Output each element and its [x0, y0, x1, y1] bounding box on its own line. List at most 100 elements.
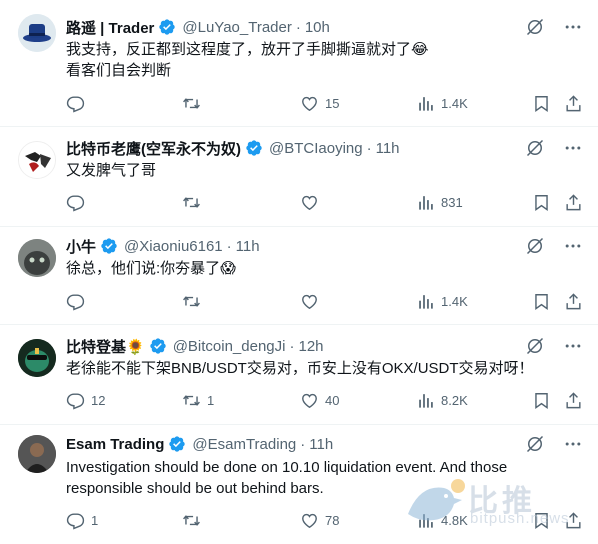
- tweet[interactable]: 比特登基🌻 @Bitcoin_dengJi · 12h 老徐能不能下架BNB/U…: [0, 325, 598, 425]
- tweet-header: 小牛 @Xiaoniu6161 · 11h: [66, 235, 260, 257]
- grok-icon[interactable]: [524, 137, 546, 159]
- avatar[interactable]: [18, 14, 56, 52]
- retweet-button[interactable]: [182, 191, 207, 213]
- grok-icon[interactable]: [524, 433, 546, 455]
- timestamp[interactable]: 11h: [309, 436, 333, 453]
- tweet[interactable]: 比特币老鹰(空军永不为奴) @BTCIaoying · 11h 又发脾气了哥 8…: [0, 127, 598, 227]
- tweet-text-line: 又发脾气了哥: [66, 162, 157, 179]
- verified-badge-icon: [245, 139, 263, 157]
- tweet-actions: 15 1.4K: [66, 92, 586, 114]
- display-name[interactable]: 路遥 | Trader: [66, 17, 154, 38]
- tweet-text-line: 老徐能不能下架BNB/USDT交易对，币安上没有OKX/USDT交易对呀！: [66, 360, 534, 377]
- reply-button[interactable]: 12: [66, 389, 105, 411]
- display-name[interactable]: 小牛: [66, 236, 96, 257]
- grok-icon[interactable]: [524, 335, 546, 357]
- share-icon: [564, 391, 583, 410]
- tweet-actions: 1.4K: [66, 290, 586, 312]
- reply-button[interactable]: [66, 290, 91, 312]
- reply-button[interactable]: [66, 191, 91, 213]
- more-icon[interactable]: [562, 235, 584, 257]
- tweet-top-actions: [524, 433, 584, 455]
- like-button[interactable]: 78: [300, 509, 339, 531]
- handle[interactable]: @BTCIaoying: [269, 140, 363, 157]
- reply-icon: [66, 94, 85, 113]
- like-button[interactable]: [300, 290, 325, 312]
- handle[interactable]: @EsamTrading: [192, 436, 296, 453]
- separator-dot: ·: [295, 18, 301, 36]
- retweet-button[interactable]: [182, 509, 207, 531]
- tweet-header: Esam Trading @EsamTrading · 11h: [66, 433, 333, 455]
- share-button[interactable]: [564, 92, 583, 114]
- share-button[interactable]: [564, 191, 583, 213]
- timestamp[interactable]: 12h: [298, 338, 323, 355]
- avatar-cat-sunglasses-icon: [18, 339, 56, 377]
- watermark-en: bitpush.news: [470, 510, 570, 527]
- views-button[interactable]: 1.4K: [416, 92, 468, 114]
- retweet-button[interactable]: 1: [182, 389, 214, 411]
- timestamp[interactable]: 11h: [376, 140, 400, 157]
- tweet[interactable]: 路遥 | Trader @LuYao_Trader · 10h 我支持，反正都到…: [0, 0, 598, 127]
- display-name[interactable]: 比特币老鹰(空军永不为奴): [66, 138, 241, 159]
- tweet-top-actions: [524, 335, 584, 357]
- verified-badge-icon: [168, 435, 186, 453]
- like-button[interactable]: 15: [300, 92, 339, 114]
- like-button[interactable]: [300, 191, 325, 213]
- views-icon: [416, 193, 435, 212]
- more-icon[interactable]: [562, 335, 584, 357]
- bookmark-icon: [532, 292, 551, 311]
- bookmark-button[interactable]: [532, 92, 551, 114]
- heart-icon: [300, 391, 319, 410]
- tweet-text-line: 徐总，他们说:你夯暴了😱: [66, 260, 236, 277]
- timestamp[interactable]: 11h: [236, 238, 260, 255]
- display-name[interactable]: Esam Trading: [66, 436, 164, 453]
- timestamp[interactable]: 10h: [305, 19, 330, 36]
- bookmark-icon: [532, 94, 551, 113]
- views-button[interactable]: 831: [416, 191, 463, 213]
- retweet-icon: [182, 292, 201, 311]
- heart-icon: [300, 511, 319, 530]
- avatar[interactable]: [18, 239, 56, 277]
- display-name[interactable]: 比特登基🌻: [66, 336, 145, 357]
- avatar[interactable]: [18, 339, 56, 377]
- more-icon[interactable]: [562, 16, 584, 38]
- handle[interactable]: @Bitcoin_dengJi: [173, 338, 286, 355]
- more-icon[interactable]: [562, 433, 584, 455]
- reply-button[interactable]: [66, 92, 91, 114]
- avatar[interactable]: [18, 141, 56, 179]
- tweet[interactable]: 小牛 @Xiaoniu6161 · 11h 徐总，他们说:你夯暴了😱 1.4K: [0, 227, 598, 325]
- verified-badge-icon: [100, 237, 118, 255]
- separator-dot: ·: [366, 139, 372, 157]
- views-button[interactable]: 8.2K: [416, 389, 468, 411]
- grok-icon[interactable]: [524, 16, 546, 38]
- share-icon: [564, 94, 583, 113]
- share-button[interactable]: [564, 290, 583, 312]
- more-icon[interactable]: [562, 137, 584, 159]
- retweet-button[interactable]: [182, 290, 207, 312]
- views-button[interactable]: 1.4K: [416, 290, 468, 312]
- bookmark-icon: [532, 193, 551, 212]
- retweet-button[interactable]: [182, 92, 207, 114]
- tweet-text: 徐总，他们说:你夯暴了😱: [66, 258, 574, 279]
- bookmark-button[interactable]: [532, 389, 551, 411]
- grok-icon[interactable]: [524, 235, 546, 257]
- avatar-person-icon: [18, 435, 56, 473]
- bird-logo-icon: [408, 479, 465, 521]
- share-icon: [564, 193, 583, 212]
- retweet-icon: [182, 94, 201, 113]
- bookmark-button[interactable]: [532, 290, 551, 312]
- reply-icon: [66, 511, 85, 530]
- avatar-eagle-icon: [19, 142, 55, 178]
- reply-icon: [66, 391, 85, 410]
- avatar-cat-icon: [18, 239, 56, 277]
- avatar[interactable]: [18, 435, 56, 473]
- bookmark-button[interactable]: [532, 191, 551, 213]
- handle[interactable]: @LuYao_Trader: [182, 19, 291, 36]
- like-button[interactable]: 40: [300, 389, 339, 411]
- reply-button[interactable]: 1: [66, 509, 98, 531]
- retweet-icon: [182, 193, 201, 212]
- handle[interactable]: @Xiaoniu6161: [124, 238, 223, 255]
- tweet-actions: 831: [66, 191, 586, 213]
- views-icon: [416, 391, 435, 410]
- heart-icon: [300, 292, 319, 311]
- share-button[interactable]: [564, 389, 583, 411]
